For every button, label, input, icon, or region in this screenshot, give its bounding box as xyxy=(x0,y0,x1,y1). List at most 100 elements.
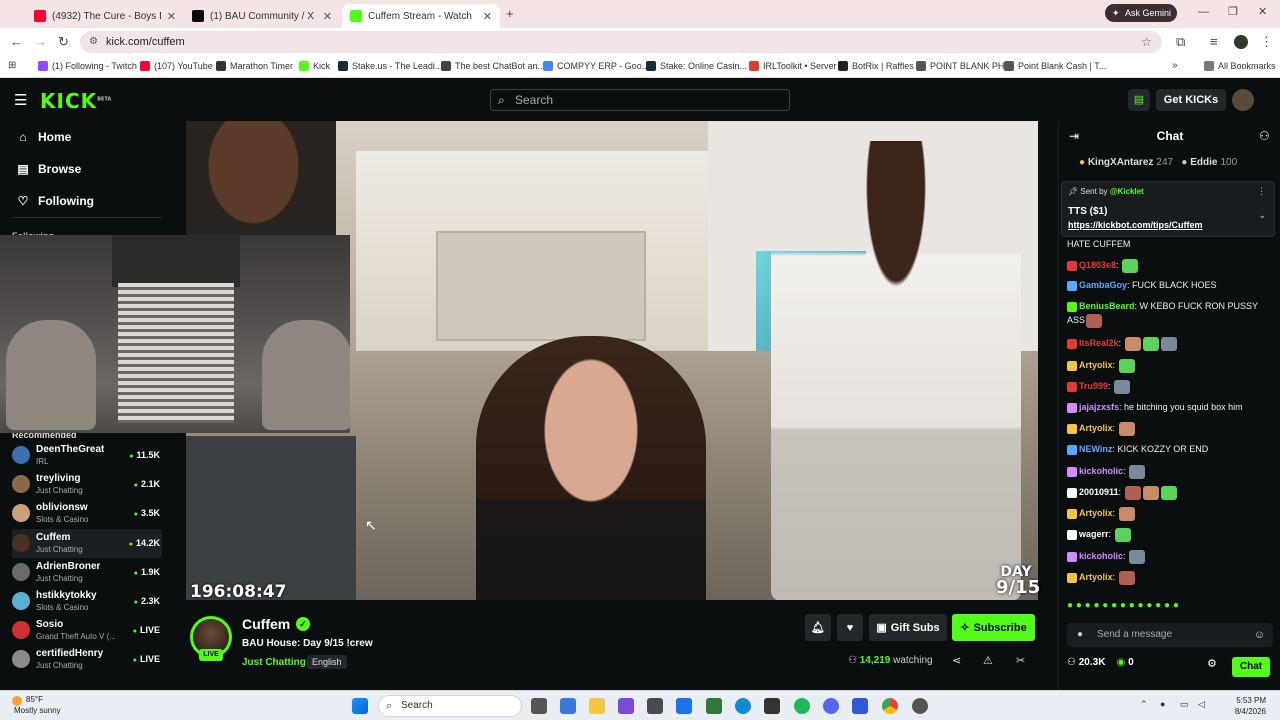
share-icon[interactable]: ⋖ xyxy=(952,654,961,667)
chat-message[interactable]: Artyolix: xyxy=(1067,358,1273,373)
more-options-icon[interactable]: ⋮ xyxy=(1257,186,1266,197)
recommended-channel[interactable]: DeenTheGreat IRL 11.5K xyxy=(12,441,162,470)
emoji-icon[interactable]: ☺ xyxy=(1254,623,1265,647)
bookmark[interactable]: Stake.us - The Leadi... xyxy=(338,61,442,71)
bookmark[interactable]: The best ChatBot an... xyxy=(441,61,545,71)
chat-users-icon[interactable]: ⚇ xyxy=(1259,129,1270,143)
app-icon[interactable] xyxy=(852,698,868,714)
chat-username[interactable]: Artyolix xyxy=(1079,572,1113,582)
settings-gear-icon[interactable]: ⚙ xyxy=(1207,657,1217,670)
more-bookmarks-icon[interactable]: » xyxy=(1172,60,1178,71)
recommended-channel[interactable]: Sosio Grand Theft Auto V (... LIVE xyxy=(12,616,162,645)
apps-icon[interactable]: ⊞ xyxy=(8,60,16,71)
file-explorer-icon[interactable] xyxy=(589,698,605,714)
chat-message[interactable]: 20010911: xyxy=(1067,485,1273,500)
chat-message[interactable]: kickoholic: xyxy=(1067,464,1273,479)
chevron-down-icon[interactable]: ⌄ xyxy=(1258,210,1266,221)
chat-username[interactable]: wagerr xyxy=(1079,529,1109,539)
chat-message[interactable]: Artyolix: xyxy=(1067,570,1273,585)
ask-gemini-button[interactable]: ✦ Ask Gemini xyxy=(1105,4,1177,22)
send-chat-button[interactable]: Chat xyxy=(1232,657,1270,677)
chat-message[interactable]: jajajzxsfs: he bitching you squid box hi… xyxy=(1067,400,1273,414)
chat-username[interactable]: BeniusBeard xyxy=(1079,301,1135,311)
recommended-channel[interactable]: treyliving Just Chatting 2.1K xyxy=(12,470,162,499)
chat-username[interactable]: kickoholic xyxy=(1079,551,1123,561)
follow-heart-button[interactable]: ♥ xyxy=(837,614,863,641)
emote-quick-bar[interactable]: ● ● ● ● ● ● ● ● ● ● ● ● ● xyxy=(1067,600,1277,616)
close-window-icon[interactable]: ✕ xyxy=(1258,5,1267,18)
task-view-icon[interactable] xyxy=(531,698,547,714)
chat-username[interactable]: Tru999 xyxy=(1079,381,1108,391)
forward-icon[interactable]: → xyxy=(34,34,47,49)
recommended-channel-active[interactable]: Cuffem Just Chatting 14.2K xyxy=(12,529,162,558)
minimize-icon[interactable]: — xyxy=(1198,6,1209,18)
report-icon[interactable]: ⚠ xyxy=(983,654,993,667)
recommended-channel[interactable]: certifiedHenry Just Chatting LIVE xyxy=(12,645,162,674)
new-tab-icon[interactable]: + xyxy=(506,6,514,21)
bookmark[interactable]: Marathon Timer xyxy=(216,61,293,71)
spotify-icon[interactable] xyxy=(794,698,810,714)
chat-input[interactable]: ● Send a message ☺ xyxy=(1067,623,1273,647)
sidebar-item-browse[interactable]: ▤ Browse xyxy=(16,162,81,176)
bookmark[interactable]: POINT BLANK PH xyxy=(916,61,1004,71)
pinned-link[interactable]: https://kickbot.com/tips/Cuffem xyxy=(1068,220,1203,230)
bookmark[interactable]: (1) Following - Twitch xyxy=(38,61,137,71)
kick-logo[interactable]: KICKBETA xyxy=(40,89,111,113)
close-tab-icon[interactable]: ✕ xyxy=(167,10,176,23)
mic-icon[interactable]: ● xyxy=(1160,699,1165,709)
stream-language-tag[interactable]: English xyxy=(307,655,347,669)
media-icon[interactable]: ≡ xyxy=(1210,34,1218,49)
taskbar-search[interactable]: ⌕ Search xyxy=(378,695,522,717)
chat-username[interactable]: Artyolix xyxy=(1079,423,1113,433)
app-icon[interactable] xyxy=(706,698,722,714)
chat-message[interactable]: Artyolix: xyxy=(1067,421,1273,436)
browser-tab[interactable]: (4932) The Cure - Boys Don't Cry ✕ xyxy=(26,4,184,28)
chat-message[interactable]: wagerr: xyxy=(1067,527,1273,542)
restore-icon[interactable]: ❐ xyxy=(1228,5,1238,18)
bookmark[interactable]: (107) YouTube xyxy=(140,61,213,71)
drops-icon[interactable]: ▤ xyxy=(1128,89,1150,111)
chat-message[interactable]: NEWinz: KICK KOZZY OR END xyxy=(1067,442,1273,456)
bookmark[interactable]: Stake: Online Casin... xyxy=(646,61,747,71)
chat-username[interactable]: Artyolix xyxy=(1079,360,1113,370)
network-icon[interactable]: ▭ xyxy=(1180,699,1189,710)
clip-icon[interactable]: ✂ xyxy=(1016,654,1025,667)
outlook-icon[interactable] xyxy=(676,698,692,714)
all-bookmarks[interactable]: All Bookmarks xyxy=(1204,61,1276,71)
sidebar-item-following[interactable]: ♡ Following xyxy=(16,194,94,208)
discord-icon[interactable] xyxy=(823,698,839,714)
chat-username[interactable]: GambaGoy xyxy=(1079,280,1127,290)
search-input[interactable]: ⌕ Search xyxy=(490,89,790,111)
recommended-channel[interactable]: AdrienBroner Just Chatting 1.9K xyxy=(12,558,162,587)
chat-message[interactable]: Artyolix: xyxy=(1067,506,1273,521)
stream-category[interactable]: Just Chatting xyxy=(242,657,306,668)
edge-icon[interactable] xyxy=(735,698,751,714)
capcut-icon[interactable] xyxy=(764,698,780,714)
bookmark[interactable]: BotRix | Raffles xyxy=(838,61,914,71)
bookmark[interactable]: IRLToolkit • Server xyxy=(749,61,837,71)
pinned-message[interactable]: 📌︎ Sent by @Kicklet ⋮ TTS ($1) https://k… xyxy=(1061,181,1275,237)
subscribe-button[interactable]: ✧ Subscribe xyxy=(952,614,1035,641)
chat-username[interactable]: kickoholic xyxy=(1079,466,1123,476)
bookmark-star-icon[interactable]: ☆ xyxy=(1141,31,1152,53)
site-info-icon[interactable]: ⚙ xyxy=(89,31,98,53)
chat-username[interactable]: ItsReal2k xyxy=(1079,338,1119,348)
tray-chevron-icon[interactable]: ⌃ xyxy=(1140,699,1148,710)
chat-username[interactable]: 20010911 xyxy=(1079,487,1119,497)
windows-start-icon[interactable] xyxy=(352,698,368,714)
pip-video-overlay[interactable] xyxy=(0,235,350,433)
chat-message[interactable]: GambaGoy: FUCK BLACK HOES xyxy=(1067,278,1273,292)
app-icon[interactable] xyxy=(618,698,634,714)
url-field[interactable]: ⚙ kick.com/cuffem ☆ xyxy=(80,31,1162,53)
chat-message[interactable]: ItsReal2k: xyxy=(1067,336,1273,351)
extensions-icon[interactable]: ⧉ xyxy=(1176,34,1185,50)
chrome-icon[interactable] xyxy=(882,698,898,714)
browser-tab[interactable]: (1) BAU Community / X ✕ xyxy=(184,4,340,28)
channel-name[interactable]: Cuffem xyxy=(242,616,290,632)
obs-icon[interactable] xyxy=(912,698,928,714)
chat-message[interactable]: Q1803e8: xyxy=(1067,258,1273,273)
system-clock[interactable]: 5:53 PM 8/4/2026 xyxy=(1235,695,1266,717)
chat-message[interactable]: Tru999: xyxy=(1067,379,1273,394)
chat-username[interactable]: NEWinz xyxy=(1079,444,1112,454)
get-kicks-button[interactable]: Get KICKs xyxy=(1156,89,1226,111)
